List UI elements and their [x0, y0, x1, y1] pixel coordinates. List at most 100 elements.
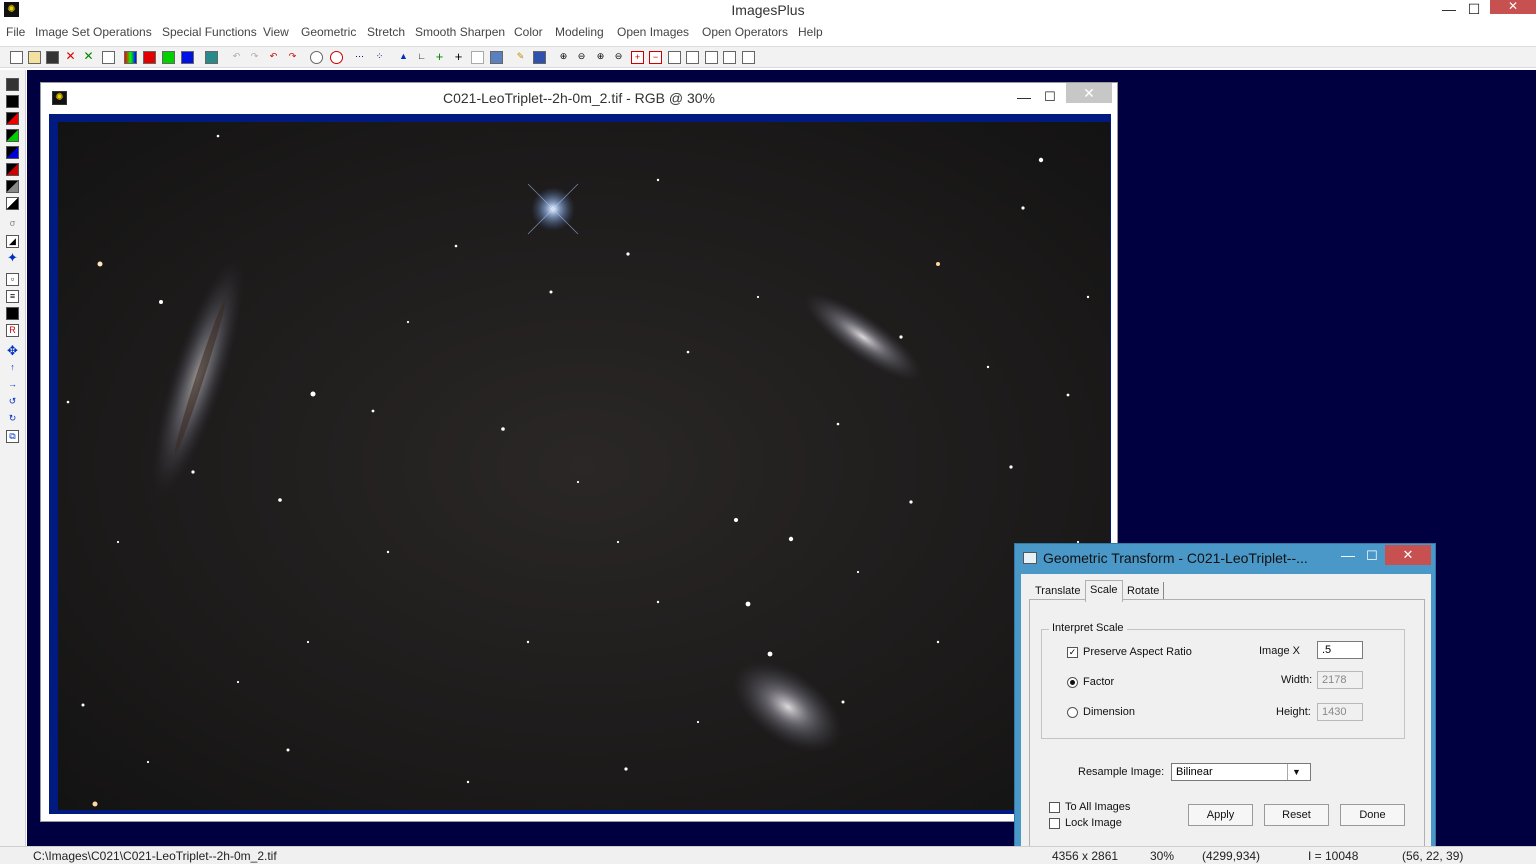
green-channel-icon[interactable]: [162, 51, 175, 64]
print-icon[interactable]: [102, 51, 115, 64]
arrow-right-icon[interactable]: →: [6, 379, 19, 392]
new-icon[interactable]: [10, 51, 23, 64]
zoom-in-icon[interactable]: ⊕: [557, 51, 570, 64]
preserve-aspect-checkbox[interactable]: ✓: [1067, 647, 1078, 658]
menu-stretch[interactable]: Stretch: [367, 25, 405, 39]
copy-tool-icon[interactable]: ⧉: [6, 430, 19, 443]
gradient-tool-icon[interactable]: ◢: [6, 235, 19, 248]
image-window-close-button[interactable]: ✕: [1066, 83, 1112, 103]
dotted-line-icon[interactable]: ⋯: [353, 51, 366, 64]
grid-icon[interactable]: [205, 51, 218, 64]
image-window-minimize-button[interactable]: —: [1013, 87, 1035, 109]
image-x-input[interactable]: .5: [1317, 641, 1363, 659]
app-maximize-button[interactable]: ☐: [1463, 0, 1485, 20]
width-input[interactable]: 2178: [1317, 671, 1363, 689]
close-green-icon[interactable]: ✕: [82, 50, 95, 64]
target-red-icon[interactable]: [330, 51, 343, 64]
black-tool-icon[interactable]: [6, 95, 19, 108]
plus-icon[interactable]: +: [433, 50, 446, 64]
zoom-out-icon[interactable]: ⊖: [575, 51, 588, 64]
frame-tool-icon[interactable]: ▫: [6, 273, 19, 286]
dimension-radio[interactable]: [1067, 707, 1078, 718]
apply-button[interactable]: Apply: [1188, 804, 1253, 826]
lines-tool-icon[interactable]: ≡: [6, 290, 19, 303]
add-box-icon[interactable]: +: [631, 51, 644, 64]
app-minimize-button[interactable]: —: [1438, 0, 1460, 20]
menu-image-set-operations[interactable]: Image Set Operations: [35, 25, 152, 39]
layer-mix-icon[interactable]: [6, 163, 19, 176]
zoom-actual-icon[interactable]: ⊖: [612, 51, 625, 64]
move-tool-icon[interactable]: ✥: [6, 344, 19, 358]
dialog-maximize-button[interactable]: ☐: [1361, 546, 1383, 568]
rgb-icon[interactable]: [124, 51, 137, 64]
menu-view[interactable]: View: [263, 25, 289, 39]
grid2-icon[interactable]: [533, 51, 546, 64]
undo-gray-icon[interactable]: ↶: [230, 51, 243, 64]
square1-icon[interactable]: [668, 51, 681, 64]
menu-modeling[interactable]: Modeling: [555, 25, 604, 39]
save-icon[interactable]: [46, 51, 59, 64]
box-icon[interactable]: [471, 51, 484, 64]
undo-icon[interactable]: ↶: [267, 51, 280, 64]
menu-help[interactable]: Help: [798, 25, 823, 39]
menu-special-functions[interactable]: Special Functions: [162, 25, 257, 39]
dialog-close-button[interactable]: ✕: [1385, 545, 1431, 565]
menu-open-operators[interactable]: Open Operators: [702, 25, 788, 39]
pencil-icon[interactable]: ✎: [514, 51, 527, 64]
axis-icon[interactable]: ∟: [415, 51, 428, 64]
blue-layer-icon[interactable]: [6, 146, 19, 159]
image-window: ✺ C021-LeoTriplet--2h-0m_2.tif - RGB @ 3…: [40, 82, 1118, 822]
rotate-ccw-icon[interactable]: ↺: [6, 396, 19, 409]
tab-translate[interactable]: Translate: [1031, 582, 1084, 600]
red-channel-icon[interactable]: [143, 51, 156, 64]
fill-tool-icon[interactable]: [6, 307, 19, 320]
square4-icon[interactable]: [723, 51, 736, 64]
layer-bw-icon[interactable]: [6, 197, 19, 210]
to-all-images-checkbox[interactable]: [1049, 802, 1060, 813]
star-tool-icon[interactable]: ✦: [6, 251, 19, 265]
app-close-button[interactable]: ✕: [1490, 0, 1536, 14]
menu-color[interactable]: Color: [514, 25, 543, 39]
factor-radio[interactable]: [1067, 677, 1078, 688]
close-red-icon[interactable]: ✕: [64, 50, 77, 64]
astro-image[interactable]: [58, 122, 1110, 810]
blue-channel-icon[interactable]: [181, 51, 194, 64]
tab-scale[interactable]: Scale: [1085, 580, 1123, 602]
redo-gray-icon[interactable]: ↷: [248, 51, 261, 64]
layer-gray-icon[interactable]: [6, 180, 19, 193]
status-intensity: I = 10048: [1308, 849, 1359, 863]
rotate-cw-icon[interactable]: ↻: [6, 413, 19, 426]
menu-geometric[interactable]: Geometric: [301, 25, 356, 39]
height-input[interactable]: 1430: [1317, 703, 1363, 721]
arrow-up-icon[interactable]: ↑: [6, 362, 19, 375]
save-tool-icon[interactable]: [6, 78, 19, 91]
menu-file[interactable]: File: [6, 25, 25, 39]
status-bar: C:\Images\C021\C021-LeoTriplet--2h-0m_2.…: [0, 846, 1536, 864]
square5-icon[interactable]: [742, 51, 755, 64]
done-button[interactable]: Done: [1340, 804, 1405, 826]
lock-image-checkbox[interactable]: [1049, 818, 1060, 829]
chevron-down-icon[interactable]: ▼: [1287, 764, 1305, 780]
menu-open-images[interactable]: Open Images: [617, 25, 689, 39]
remove-box-icon[interactable]: −: [649, 51, 662, 64]
image-window-maximize-button[interactable]: ☐: [1039, 87, 1061, 109]
redo-icon[interactable]: ↷: [286, 51, 299, 64]
status-coordinates: (4299,934): [1202, 849, 1261, 863]
zoom-fit-icon[interactable]: ⊕: [594, 51, 607, 64]
red-layer-icon[interactable]: [6, 112, 19, 125]
dialog-minimize-button[interactable]: —: [1337, 546, 1359, 568]
triangle-icon[interactable]: ▲: [397, 51, 410, 64]
open-icon[interactable]: [28, 51, 41, 64]
square2-icon[interactable]: [686, 51, 699, 64]
chart-icon[interactable]: ⁘: [373, 51, 386, 64]
curve-tool-icon[interactable]: σ: [6, 218, 19, 231]
crosshair-icon[interactable]: +: [452, 50, 465, 64]
picture-icon[interactable]: [490, 51, 503, 64]
square3-icon[interactable]: [705, 51, 718, 64]
reset-button[interactable]: Reset: [1264, 804, 1329, 826]
menu-smooth-sharpen[interactable]: Smooth Sharpen: [415, 25, 505, 39]
target-icon[interactable]: [310, 51, 323, 64]
tab-rotate[interactable]: Rotate: [1123, 582, 1165, 600]
green-layer-icon[interactable]: [6, 129, 19, 142]
r-tool-icon[interactable]: R: [6, 324, 19, 337]
